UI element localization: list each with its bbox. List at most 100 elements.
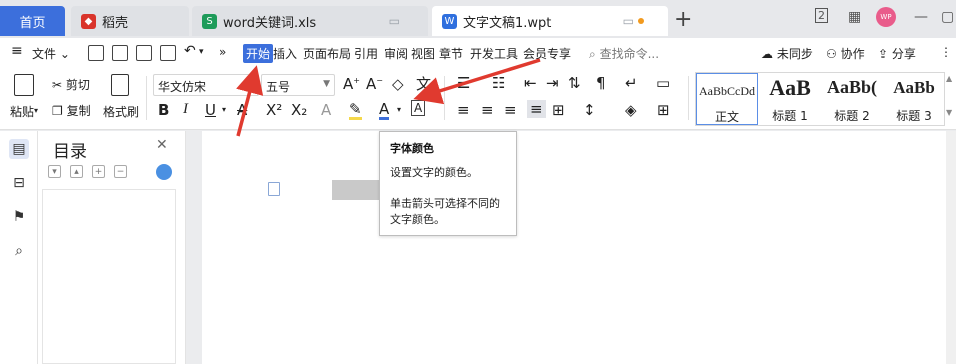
tab-screen-icon[interactable]: ▭: [389, 14, 400, 28]
sort-icon[interactable]: ⇅: [568, 74, 581, 92]
tab-screen-icon[interactable]: ▭: [623, 14, 634, 28]
paste-button[interactable]: 粘贴: [10, 103, 34, 120]
copy-button[interactable]: ❐ 复制: [52, 102, 91, 119]
superscript-button[interactable]: X²: [266, 101, 282, 119]
page-count-icon[interactable]: 2: [815, 8, 828, 23]
decrease-indent-icon[interactable]: ⇤: [524, 74, 537, 92]
bookmark-icon[interactable]: ⚑: [9, 207, 29, 227]
print-preview-icon[interactable]: [160, 45, 176, 61]
grow-font-icon[interactable]: A+: [343, 75, 360, 93]
cut-button[interactable]: ✂ 剪切: [52, 76, 90, 93]
more-icon[interactable]: »: [219, 45, 226, 59]
paragraph-menu-icon[interactable]: [268, 182, 280, 196]
bullet-list-icon[interactable]: ☰: [457, 74, 470, 92]
line-spacing-icon[interactable]: ↕: [583, 101, 596, 119]
grid-icon[interactable]: ▦: [848, 9, 861, 25]
clear-format-icon[interactable]: ◇: [392, 75, 404, 93]
styles-scroll-down-icon[interactable]: ▼: [946, 108, 952, 117]
save-icon[interactable]: [88, 45, 104, 61]
strikethrough-button[interactable]: A: [237, 101, 247, 119]
ruler-icon[interactable]: ▭: [656, 74, 670, 92]
style-heading-3[interactable]: AaBb 标题 3: [883, 73, 945, 125]
expand-icon[interactable]: ▾: [48, 165, 61, 178]
style-name: 标题 2: [834, 109, 870, 123]
document-page[interactable]: [202, 131, 946, 364]
highlight-button[interactable]: ✎: [349, 101, 362, 120]
tab-chapter[interactable]: 章节: [439, 45, 463, 62]
phonetic-icon[interactable]: 文: [416, 73, 431, 94]
show-marks-icon[interactable]: ¶: [596, 74, 606, 92]
sync-button[interactable]: ☁ 未同步: [761, 45, 813, 62]
format-painter-button[interactable]: 格式刷: [103, 103, 139, 120]
font-color-button[interactable]: A: [379, 101, 390, 120]
underline-dropdown-icon[interactable]: ▾: [222, 105, 226, 114]
maximize-icon[interactable]: ▢: [941, 9, 954, 25]
underline-button[interactable]: U: [205, 101, 216, 119]
distribute-icon[interactable]: ⊞: [552, 101, 565, 119]
tab-reference[interactable]: 引用: [354, 45, 378, 62]
paste-icon[interactable]: [14, 74, 34, 96]
align-left-icon[interactable]: ≡: [457, 101, 470, 119]
tab-home[interactable]: 首页: [0, 6, 65, 36]
document-canvas: [186, 131, 946, 364]
tab-page-layout[interactable]: 页面布局: [303, 45, 351, 62]
add-icon[interactable]: +: [92, 165, 105, 178]
tab-docer[interactable]: ◆ 稻壳: [71, 6, 189, 36]
command-search[interactable]: ⌕ 查找命令...: [589, 45, 659, 62]
shading-icon[interactable]: ◈: [625, 101, 637, 119]
collab-button[interactable]: ⚇ 协作: [826, 45, 865, 62]
minimize-icon[interactable]: —: [914, 9, 928, 25]
tab-insert[interactable]: 插入: [273, 45, 297, 62]
file-menu[interactable]: 文件 ⌄: [32, 45, 70, 62]
remove-icon[interactable]: −: [114, 165, 127, 178]
undo-dropdown-icon[interactable]: ▾: [199, 47, 204, 57]
style-normal[interactable]: AaBbCcDd 正文: [696, 73, 758, 125]
tab-start[interactable]: 开始: [243, 44, 274, 63]
undo-icon[interactable]: ↶: [184, 43, 196, 59]
format-painter-icon[interactable]: [111, 74, 129, 96]
font-name-select[interactable]: 华文仿宋 ▼: [153, 74, 259, 96]
export-icon[interactable]: [112, 45, 128, 61]
chapter-icon[interactable]: ⊟: [9, 173, 29, 193]
align-center-icon[interactable]: ≡: [481, 101, 494, 119]
style-heading-2[interactable]: AaBb( 标题 2: [821, 73, 883, 125]
tab-view[interactable]: 视图: [411, 45, 435, 62]
font-size-select[interactable]: 五号 ▼: [261, 74, 335, 96]
tab-writer[interactable]: W 文字文稿1.wpt ▭: [432, 6, 668, 36]
print-icon[interactable]: [136, 45, 152, 61]
increase-indent-icon[interactable]: ⇥: [546, 74, 559, 92]
hamburger-icon[interactable]: ≡: [11, 43, 23, 59]
new-tab-button[interactable]: +: [674, 7, 692, 32]
style-heading-1[interactable]: AaB 标题 1: [759, 73, 821, 125]
collapse-icon[interactable]: ▴: [70, 165, 83, 178]
vertical-scrollbar[interactable]: [946, 131, 956, 364]
bold-button[interactable]: B: [158, 101, 169, 119]
tab-review[interactable]: 审阅: [384, 45, 408, 62]
search-icon[interactable]: ⌕: [9, 241, 29, 261]
subscript-button[interactable]: X₂: [291, 101, 307, 119]
tab-member[interactable]: 会员专享: [523, 45, 571, 62]
paste-dropdown-icon[interactable]: ▾: [34, 106, 38, 115]
numbered-list-icon[interactable]: ☷: [492, 74, 505, 92]
avatar[interactable]: WP: [876, 7, 896, 27]
font-color-dropdown-icon[interactable]: ▾: [397, 105, 401, 114]
close-icon[interactable]: ✕: [156, 137, 168, 153]
tab-excel[interactable]: S word关键词.xls ▭: [192, 6, 428, 36]
styles-scroll-up-icon[interactable]: ▲: [946, 74, 952, 83]
docer-icon: ◆: [81, 13, 96, 29]
outline-icon[interactable]: ▤: [9, 139, 29, 159]
shrink-font-icon[interactable]: A−: [366, 75, 383, 93]
menu-bar: ≡ 文件 ⌄ ↶ ▾ » 开始 插入 页面布局 引用 审阅 视图 章节 开发工具…: [0, 38, 956, 68]
overflow-icon[interactable]: ⋮: [940, 45, 952, 59]
italic-button[interactable]: I: [183, 101, 188, 118]
line-break-icon[interactable]: ↵: [625, 74, 638, 92]
justify-icon[interactable]: ≡: [527, 100, 546, 118]
char-border-button[interactable]: A: [411, 100, 426, 116]
ai-assistant-icon[interactable]: [156, 164, 172, 180]
text-effect-button[interactable]: A: [321, 101, 331, 119]
share-button[interactable]: ⇪ 分享: [878, 45, 916, 62]
tab-developer[interactable]: 开发工具: [470, 45, 518, 62]
borders-icon[interactable]: ⊞: [657, 101, 670, 119]
tab-excel-label: word关键词.xls: [223, 15, 317, 31]
align-right-icon[interactable]: ≡: [504, 101, 517, 119]
